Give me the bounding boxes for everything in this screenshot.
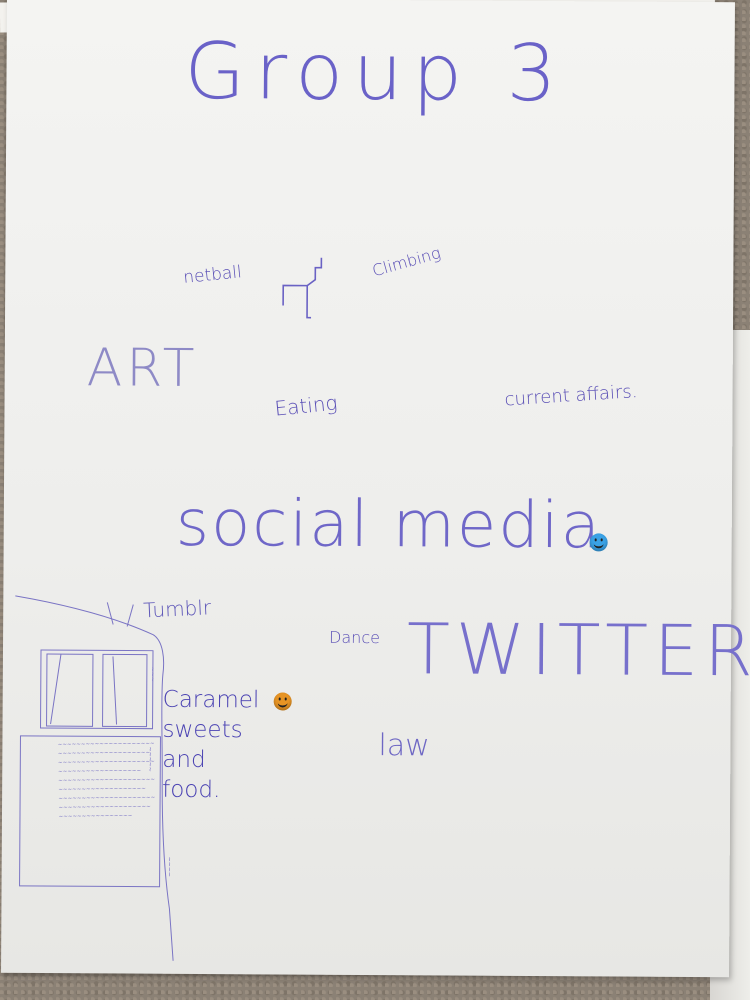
poster-title: Group 3 [184,26,567,120]
word-law: law [378,728,430,764]
word-dance: Dance [329,627,381,648]
sketch-label-1: ~~~ [149,667,156,682]
climbing-wall-drawing-icon [282,257,323,319]
word-art: ART [86,338,199,399]
blue-smiley-sticker-icon [589,533,608,552]
sketch-label-3: ~~~~ [166,857,173,877]
poster-sheet: ~~~ ~~~~~ ~~~~ Group 3 netball Climbing … [1,0,750,978]
word-tumblr: Tumblr [142,595,212,623]
sketch-notes-scribble: ~~~~~~~~~~~~~~~~~~~~~ ~~~~~~~~~~~~~~~~~~… [57,740,156,820]
orange-smiley-sticker-icon [273,692,292,711]
word-social-media: social media [175,486,603,564]
word-caramel-sweets-food: Caramel sweets and food. [162,686,260,804]
word-twitter: TWITTER [406,608,750,693]
